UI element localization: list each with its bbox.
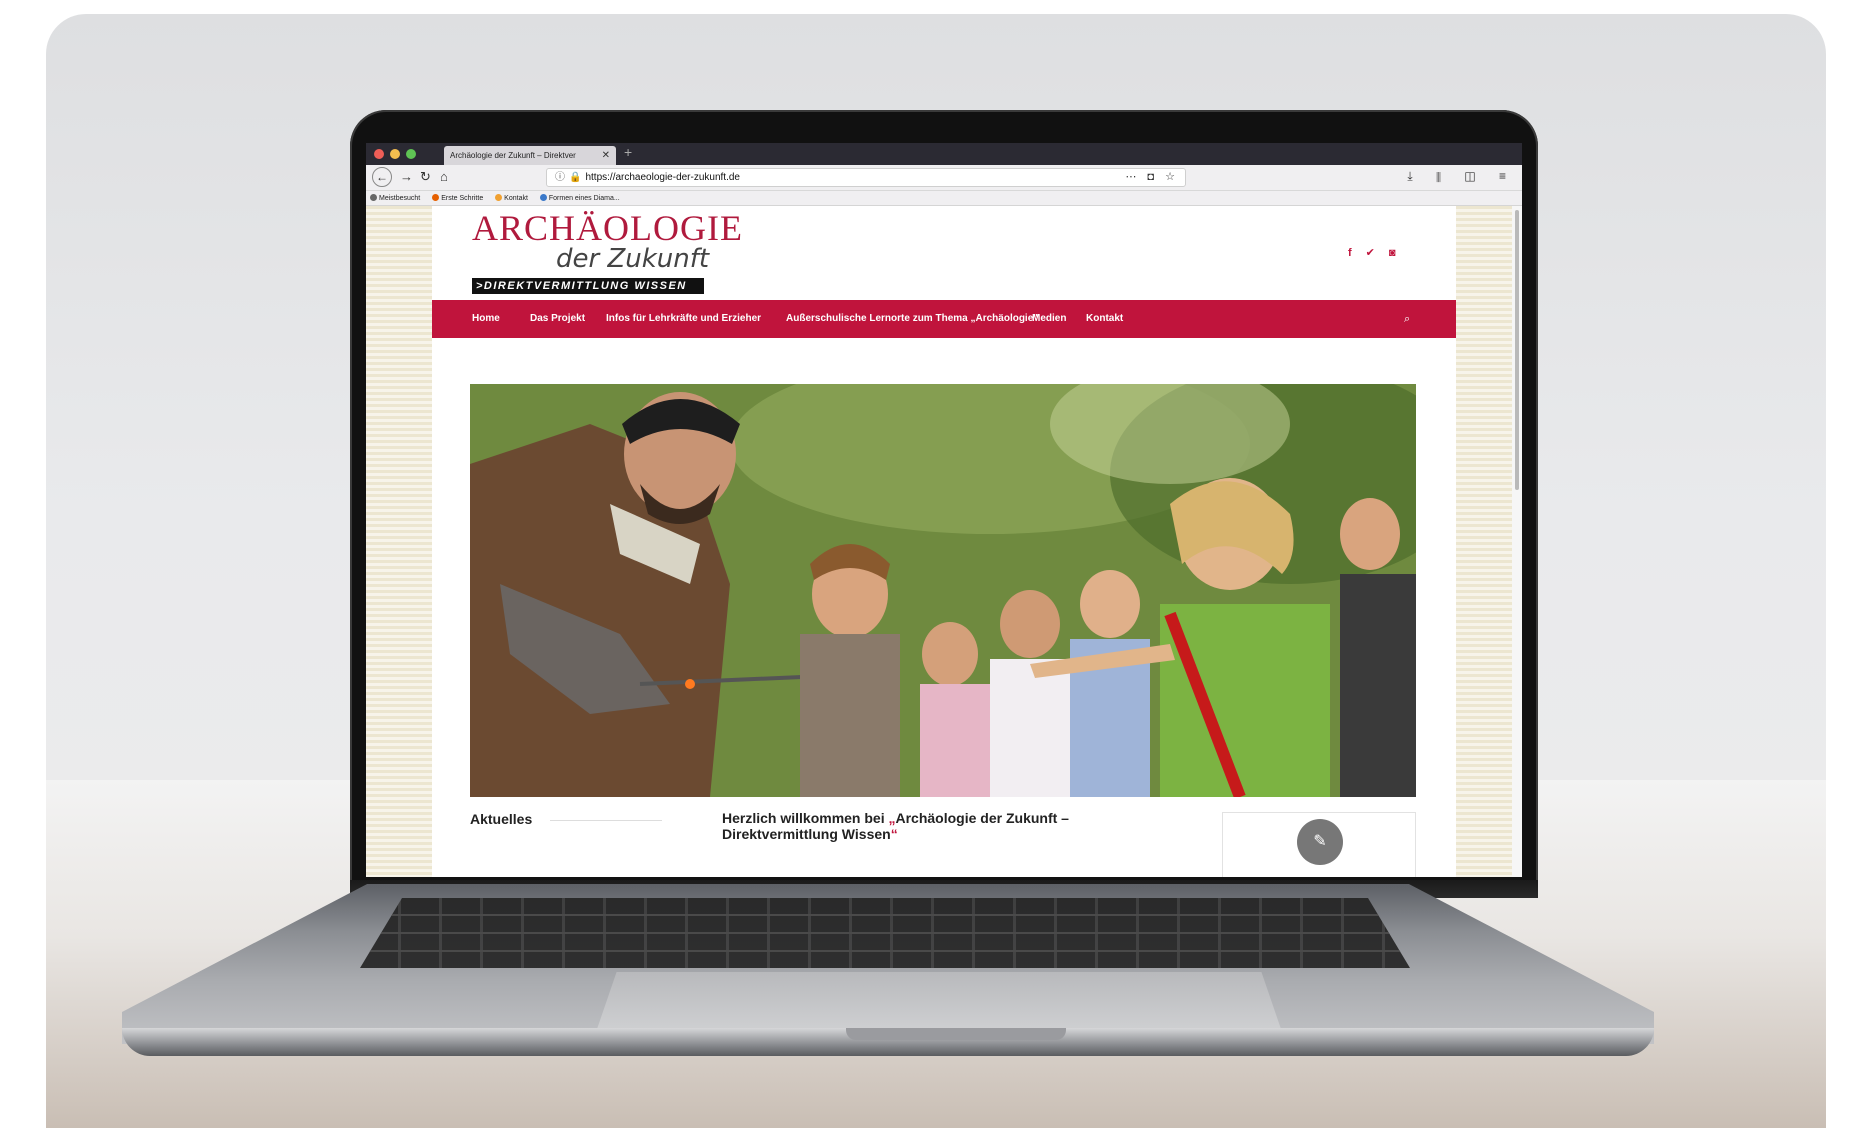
minimize-window-button[interactable] [390,149,400,159]
browser-navigation-bar: ← → ↻ ⌂ ⓘ 🔒 https://archaeologie-der-zukun… [366,165,1522,191]
url-bar[interactable]: ⓘ 🔒 https://archaeologie-der-zukunft.de ⋯ … [546,168,1186,187]
nav-kontakt[interactable]: Kontakt [1086,300,1123,338]
page-viewport: ARCHÄOLOGIE der Zukunft >DIREKTVERMITTLU… [366,206,1522,877]
info-icon[interactable]: ⓘ [555,172,565,183]
firefox-icon [432,194,440,201]
nav-home[interactable]: Home [472,300,500,338]
close-window-button[interactable] [374,149,384,159]
bookmark-meistbesucht[interactable]: Meistbesucht [370,194,420,202]
hero-image [470,384,1416,797]
sidebar-widget: ✎ [1222,812,1416,877]
browser-tab-active[interactable]: Archäologie der Zukunft – Direktver ✕ [444,146,616,165]
bookmarks-bar: Meistbesucht Erste Schritte Kontakt Form… [366,191,1522,206]
nav-infos-lehrkraefte[interactable]: Infos für Lehrkräfte und Erzieher [606,300,761,338]
page-background-left [366,206,432,877]
facebook-icon[interactable]: f [1348,247,1366,259]
search-icon[interactable]: ⌕ [1404,300,1410,338]
maximize-window-button[interactable] [406,149,416,159]
browser-tab-bar: Archäologie der Zukunft – Direktver ✕ + [366,143,1522,165]
logo-title[interactable]: ARCHÄOLOGIE [472,210,743,246]
laptop-lid: Archäologie der Zukunft – Direktver ✕ + … [350,110,1538,898]
nav-das-projekt[interactable]: Das Projekt [530,300,585,338]
tab-close-icon[interactable]: ✕ [602,146,610,165]
hero-illustration [470,384,1416,797]
trackpad [596,972,1282,1032]
lock-icon: 🔒 [569,172,582,183]
scrollbar-thumb[interactable] [1515,210,1519,490]
edit-icon[interactable]: ✎ [1297,819,1343,865]
laptop-screen: Archäologie der Zukunft – Direktver ✕ + … [366,143,1522,877]
social-links: f✔◙ [1348,246,1410,259]
instagram-icon[interactable]: ◙ [1389,247,1410,259]
logo-subtitle[interactable]: der Zukunft [556,244,709,274]
reload-button[interactable]: ↻ [420,169,431,185]
welcome-heading: Herzlich willkommen bei „Archäologie der… [722,810,1069,842]
keyboard-rows [360,898,1410,968]
page-background-right [1456,206,1512,877]
divider [550,820,662,821]
new-tab-button[interactable]: + [624,144,632,160]
forward-button[interactable]: → [400,169,413,184]
laptop-notch [846,1028,1066,1040]
main-navigation: Home Das Projekt Infos für Lehrkräfte un… [432,300,1456,338]
tab-title: Archäologie der Zukunft – Direktver [450,151,576,160]
gear-icon [370,194,377,201]
contact-icon [495,194,503,201]
nav-ausserschulische-lernorte[interactable]: Außerschulische Lernorte zum Thema „Arch… [786,300,1038,338]
url-text: https://archaeologie-der-zukunft.de [585,172,740,183]
bookmark-formen[interactable]: Formen eines Diama... [539,194,620,202]
logo-tagline[interactable]: >DIREKTVERMITTLUNG WISSEN [472,278,704,294]
bookmark-kontakt[interactable]: Kontakt [495,194,528,202]
page-content: ARCHÄOLOGIE der Zukunft >DIREKTVERMITTLU… [432,206,1456,877]
bookmark-erste-schritte[interactable]: Erste Schritte [432,194,483,202]
toolbar-icons[interactable]: ⤓ ⫴ ◫ ≡ [1407,169,1516,184]
twitter-icon[interactable]: ✔ [1366,247,1389,259]
nav-medien[interactable]: Medien [1032,300,1066,338]
scrollbar[interactable] [1512,206,1522,877]
back-button[interactable]: ← [372,167,392,187]
home-button[interactable]: ⌂ [440,169,448,184]
aktuelles-heading: Aktuelles [470,811,533,827]
page-actions-icons[interactable]: ⋯ ◘ ☆ [1125,169,1179,186]
globe-icon [539,194,547,201]
